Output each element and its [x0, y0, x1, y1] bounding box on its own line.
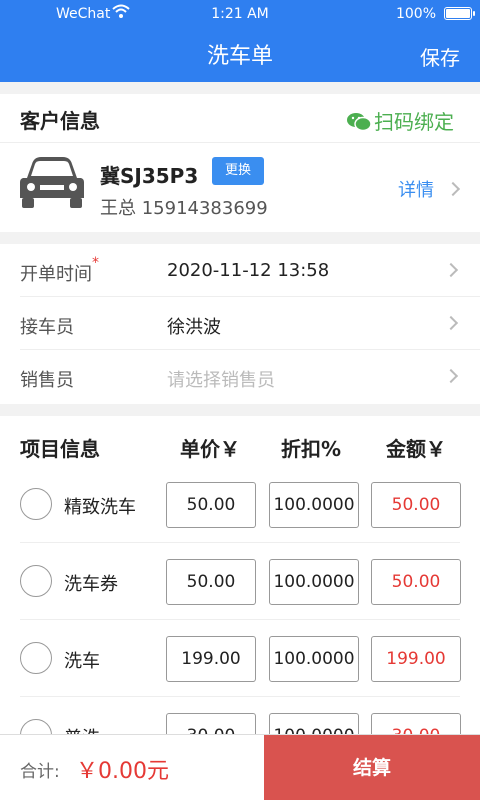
order-time-row[interactable]: 开单时间 * 2020-11-12 13:58	[20, 244, 480, 297]
battery-percent: 100%	[395, 6, 436, 22]
checkout-bar: 合计: ￥0.00元 结算	[0, 734, 480, 800]
save-button[interactable]: 保存	[420, 42, 460, 71]
detail-link[interactable]: 详情	[398, 176, 461, 202]
order-time-label: 开单时间 *	[20, 255, 99, 285]
total-label: 合计:	[20, 762, 60, 782]
divider	[0, 142, 480, 143]
amount-input[interactable]: 50.00	[371, 559, 461, 605]
item-row: 洗车券 50.00 100.0000 50.00	[20, 543, 461, 620]
chevron-right-icon	[443, 368, 459, 384]
price-input[interactable]: 199.00	[166, 636, 256, 682]
discount-input[interactable]: 100.0000	[269, 482, 359, 528]
required-marker: *	[92, 255, 99, 271]
wechat-icon	[346, 111, 372, 131]
receiver-value: 徐洪波	[167, 317, 221, 338]
scan-bind-button[interactable]: 扫码绑定	[346, 106, 454, 135]
chevron-right-icon	[443, 262, 459, 278]
app-header: WeChat 1:21 AM 100% 洗车单 保存	[0, 0, 480, 82]
battery-icon	[444, 7, 475, 20]
item-select-radio[interactable]	[20, 488, 52, 520]
discount-column-header: 折扣%	[281, 437, 342, 461]
item-row: 普洗 30.00 100.0000 30.00	[20, 697, 461, 736]
item-name: 洗车	[64, 651, 100, 672]
change-vehicle-button[interactable]: 更换	[212, 157, 264, 185]
amount-input[interactable]: 199.00	[371, 636, 461, 682]
items-section-title: 项目信息	[20, 437, 100, 461]
order-info-card: 开单时间 * 2020-11-12 13:58 接车员 徐洪波 销售员 请选择销售…	[0, 244, 480, 404]
price-input[interactable]: 50.00	[166, 559, 256, 605]
amount-column-header: 金额￥	[386, 437, 446, 461]
item-row: 精致洗车 50.00 100.0000 50.00	[20, 466, 461, 543]
chevron-right-icon	[445, 181, 461, 197]
item-select-radio[interactable]	[20, 565, 52, 597]
checkout-button[interactable]: 结算	[264, 735, 480, 800]
car-icon	[18, 154, 86, 216]
amount-input[interactable]: 30.00	[371, 713, 461, 736]
price-input[interactable]: 30.00	[166, 713, 256, 736]
chevron-right-icon	[443, 315, 459, 331]
receiver-label: 接车员	[20, 317, 74, 338]
owner-info: 王总 15914383699	[100, 198, 268, 219]
detail-label: 详情	[398, 180, 434, 201]
item-select-radio[interactable]	[20, 642, 52, 674]
price-column-header: 单价￥	[180, 437, 240, 461]
amount-input[interactable]: 50.00	[371, 482, 461, 528]
receiver-row[interactable]: 接车员 徐洪波	[20, 297, 480, 350]
item-name: 洗车券	[64, 574, 118, 595]
item-row: 洗车 199.00 100.0000 199.00	[20, 620, 461, 697]
discount-input[interactable]: 100.0000	[269, 636, 359, 682]
salesperson-label: 销售员	[20, 370, 74, 391]
item-name: 精致洗车	[64, 497, 136, 518]
items-card: 项目信息 单价￥ 折扣% 金额￥ 精致洗车 50.00 100.0000 50.…	[0, 416, 480, 736]
customer-section-title: 客户信息	[20, 109, 100, 133]
scan-bind-label: 扫码绑定	[374, 110, 454, 134]
salesperson-row[interactable]: 销售员 请选择销售员	[20, 350, 480, 403]
license-plate: 冀SJ35P3	[100, 164, 199, 188]
discount-input[interactable]: 100.0000	[269, 559, 359, 605]
price-input[interactable]: 50.00	[166, 482, 256, 528]
total-value: ￥0.00元	[76, 759, 169, 784]
page-title: 洗车单	[206, 44, 273, 69]
salesperson-placeholder: 请选择销售员	[167, 370, 275, 391]
order-time-value: 2020-11-12 13:58	[167, 260, 330, 281]
discount-input[interactable]: 100.0000	[269, 713, 359, 736]
status-bar: WeChat 1:21 AM 100%	[0, 0, 480, 28]
customer-card: 客户信息 扫码绑定 冀SJ35P3 更换 王总 15914383699 详情	[0, 94, 480, 232]
